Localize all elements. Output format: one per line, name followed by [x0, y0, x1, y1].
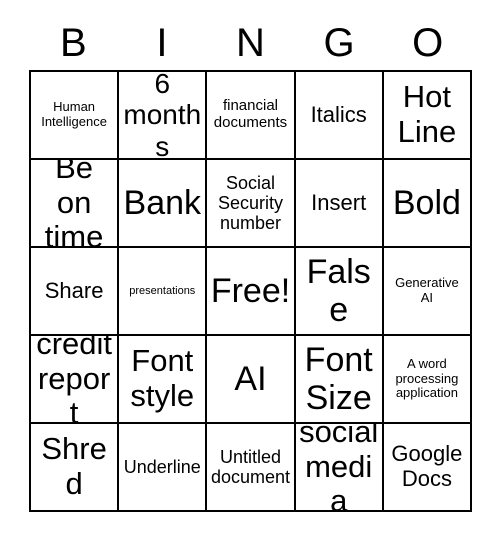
bingo-header-letter-i: I — [156, 21, 168, 65]
bingo-header-letter-g: G — [323, 21, 355, 65]
bingo-cell-r4-c4[interactable]: Font Size — [295, 336, 384, 424]
bingo-cell-label: financial documents — [213, 97, 288, 131]
bingo-cell-label: Human Intelligence — [41, 99, 107, 129]
bingo-cell-label: Insert — [311, 189, 367, 215]
bingo-cell-r1-c5[interactable]: Hot Line — [383, 72, 472, 160]
bingo-cell-label: Font style — [130, 343, 195, 413]
bingo-cell-r5-c1[interactable]: Shred — [31, 424, 120, 512]
bingo-cell-r5-c4[interactable]: social media — [295, 424, 384, 512]
bingo-cell-r4-c3[interactable]: AI — [207, 336, 296, 424]
bingo-cell-r2-c3[interactable]: Social Security number — [207, 160, 296, 248]
bingo-cell-r4-c5[interactable]: A word processing application — [383, 336, 472, 424]
bingo-card: B I N G O Human Intelligence 6 months financia… — [0, 0, 501, 544]
bingo-cell-label: Italics — [310, 101, 367, 127]
bingo-cell-r3-c4[interactable]: False — [295, 248, 384, 336]
bingo-header-letter-b: B — [59, 21, 87, 65]
bingo-cell-label: Share — [44, 277, 104, 303]
bingo-cell-label: Generative AI — [395, 275, 459, 305]
bingo-cell-label: Be on time — [44, 160, 104, 248]
bingo-cell-label: Social Security number — [217, 172, 283, 234]
bingo-cell-r5-c5[interactable]: Google Docs — [383, 424, 472, 512]
bingo-cell-label: Google Docs — [391, 441, 463, 491]
bingo-cell-label: A word processing application — [395, 356, 459, 401]
bingo-cell-r4-c2[interactable]: Font style — [119, 336, 208, 424]
bingo-cell-label: Shred — [41, 431, 107, 501]
bingo-cell-label: Font Size — [304, 340, 373, 417]
bingo-cell-label: social media — [299, 424, 379, 512]
bingo-cell-r5-c2[interactable]: Underline — [119, 424, 208, 512]
bingo-cell-label: presentations — [129, 284, 196, 297]
bingo-header-letter-n: N — [236, 21, 265, 65]
bingo-grid: Human Intelligence 6 months financial docu… — [29, 70, 472, 512]
bingo-cell-label: Underline — [123, 456, 201, 477]
bingo-cell-r5-c3[interactable]: Untitled document — [207, 424, 296, 512]
bingo-cell-r2-c2[interactable]: Bank — [119, 160, 208, 248]
bingo-header-letter-o: O — [412, 21, 444, 65]
bingo-cell-label: Bold — [392, 183, 461, 222]
bingo-cell-r2-c5[interactable]: Bold — [383, 160, 472, 248]
bingo-cell-label: credit report — [36, 336, 112, 424]
bingo-cell-r1-c1[interactable]: Human Intelligence — [31, 72, 120, 160]
bingo-cell-r3-c2[interactable]: presentations — [119, 248, 208, 336]
bingo-cell-label: Bank — [123, 183, 202, 222]
bingo-cell-label: Free! — [210, 271, 291, 310]
bingo-cell-r3-c1[interactable]: Share — [31, 248, 120, 336]
bingo-cell-label: Hot Line — [397, 79, 457, 149]
bingo-cell-r3-c3[interactable]: Free! — [207, 248, 296, 336]
bingo-cell-r1-c3[interactable]: financial documents — [207, 72, 296, 160]
bingo-cell-label: Untitled document — [210, 446, 291, 487]
bingo-cell-r4-c1[interactable]: credit report — [31, 336, 120, 424]
bingo-header: BINGO — [29, 18, 472, 68]
bingo-cell-r3-c5[interactable]: Generative AI — [383, 248, 472, 336]
bingo-cell-r2-c4[interactable]: Insert — [295, 160, 384, 248]
bingo-cell-label: AI — [234, 359, 267, 398]
bingo-cell-label: 6 months — [123, 72, 202, 160]
bingo-cell-label: False — [306, 252, 371, 329]
bingo-cell-r1-c4[interactable]: Italics — [295, 72, 384, 160]
bingo-cell-r1-c2[interactable]: 6 months — [119, 72, 208, 160]
bingo-cell-r2-c1[interactable]: Be on time — [31, 160, 120, 248]
